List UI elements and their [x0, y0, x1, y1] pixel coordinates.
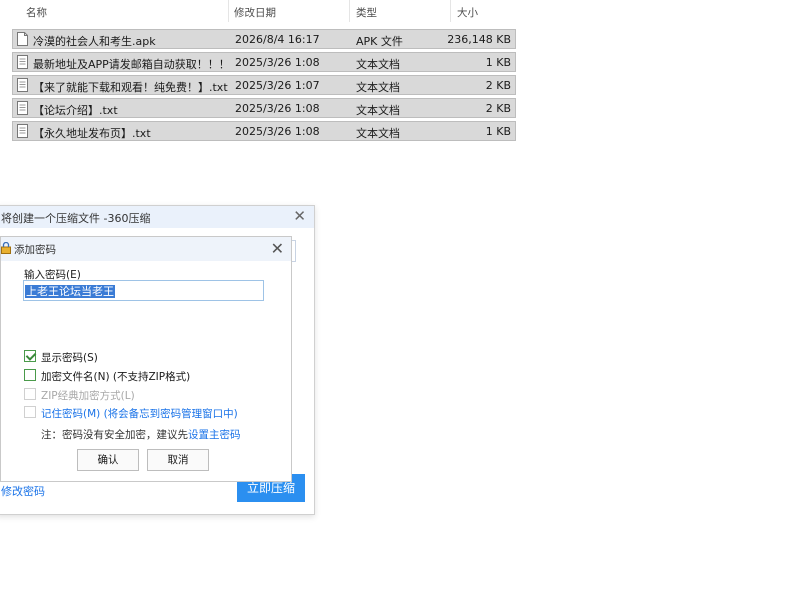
file-name: 【来了就能下载和观看！纯免费！】.txt [33, 81, 228, 94]
file-type: APK 文件 [356, 35, 403, 48]
file-modified: 2025/3/26 1:07 [235, 79, 320, 92]
file-modified: 2025/3/26 1:08 [235, 102, 320, 115]
file-modified: 2026/8/4 16:17 [235, 33, 320, 46]
file-row[interactable]: 【来了就能下载和观看！纯免费！】.txt 2025/3/26 1:07 文本文档… [12, 75, 516, 95]
file-icon [17, 32, 28, 46]
security-note: 注：密码没有安全加密，建议先设置主密码 [41, 427, 241, 442]
sort-ascending-icon: ^ [120, 0, 128, 7]
column-type[interactable]: 类型 [356, 5, 377, 20]
file-row[interactable]: 【永久地址发布页】.txt 2025/3/26 1:08 文本文档 1 KB [12, 121, 516, 141]
cancel-button[interactable]: 取消 [147, 449, 209, 471]
text-file-icon [17, 101, 28, 115]
text-file-icon [17, 78, 28, 92]
zip-classic-checkbox [24, 388, 36, 400]
close-icon[interactable]: ✕ [271, 239, 284, 258]
file-modified: 2025/3/26 1:08 [235, 56, 320, 69]
file-size: 2 KB [485, 102, 511, 115]
file-row[interactable]: 【论坛介绍】.txt 2025/3/26 1:08 文本文档 2 KB [12, 98, 516, 118]
file-size: 1 KB [485, 125, 511, 138]
file-size: 2 KB [485, 79, 511, 92]
security-note-text: 注：密码没有安全加密，建议先 [41, 429, 188, 441]
lock-icon [1, 242, 11, 254]
column-divider[interactable] [450, 0, 451, 22]
close-icon[interactable]: ✕ [293, 207, 306, 225]
file-name: 冷漠的社会人和考生.apk [33, 35, 156, 48]
file-size: 1 KB [485, 56, 511, 69]
remember-password-label: 记住密码(M) (将会备忘到密码管理窗口中) [41, 408, 238, 420]
text-file-icon [17, 124, 28, 138]
file-type: 文本文档 [356, 104, 400, 117]
file-type: 文本文档 [356, 127, 400, 140]
add-password-dialog: 添加密码 ✕ 输入密码(E) 上老王论坛当老王 显示密码(S) 加密文件名(N)… [0, 236, 292, 482]
zip-classic-label: ZIP经典加密方式(L) [41, 390, 135, 402]
text-file-icon [17, 55, 28, 69]
compress-window-title: 将创建一个压缩文件 -360压缩 [1, 212, 151, 225]
file-row[interactable]: 最新地址及APP请发邮箱自动获取！！！.... 2025/3/26 1:08 文… [12, 52, 516, 72]
column-modified[interactable]: 修改日期 [234, 5, 276, 20]
file-modified: 2025/3/26 1:08 [235, 125, 320, 138]
dialog-titlebar[interactable]: 添加密码 ✕ [1, 237, 291, 261]
file-type: 文本文档 [356, 58, 400, 71]
file-row[interactable]: 冷漠的社会人和考生.apk 2026/8/4 16:17 APK 文件 236,… [12, 29, 516, 49]
encrypt-filenames-checkbox[interactable] [24, 369, 36, 381]
file-name: 【永久地址发布页】.txt [33, 127, 151, 140]
file-list-header: ^ 名称 修改日期 类型 大小 [0, 0, 520, 22]
column-name[interactable]: 名称 [26, 5, 47, 20]
set-master-password-link[interactable]: 设置主密码 [188, 429, 241, 441]
remember-password-checkbox[interactable] [24, 406, 36, 418]
password-input[interactable]: 上老王论坛当老王 [23, 280, 264, 301]
compress-window-titlebar[interactable]: 将创建一个压缩文件 -360压缩 ✕ [0, 206, 314, 228]
column-size[interactable]: 大小 [457, 5, 478, 20]
column-divider[interactable] [228, 0, 229, 22]
modify-password-link[interactable]: 修改密码 [1, 483, 45, 499]
password-value: 上老王论坛当老王 [25, 285, 115, 298]
encrypt-filenames-label: 加密文件名(N) (不支持ZIP格式) [41, 371, 191, 383]
confirm-button[interactable]: 确认 [77, 449, 139, 471]
show-password-checkbox[interactable] [24, 350, 36, 362]
show-password-label: 显示密码(S) [41, 352, 98, 364]
file-type: 文本文档 [356, 81, 400, 94]
dialog-title: 添加密码 [14, 244, 56, 256]
file-size: 236,148 KB [447, 33, 511, 46]
file-name: 最新地址及APP请发邮箱自动获取！！！.... [33, 58, 229, 71]
column-divider[interactable] [349, 0, 350, 22]
file-name: 【论坛介绍】.txt [33, 104, 118, 117]
